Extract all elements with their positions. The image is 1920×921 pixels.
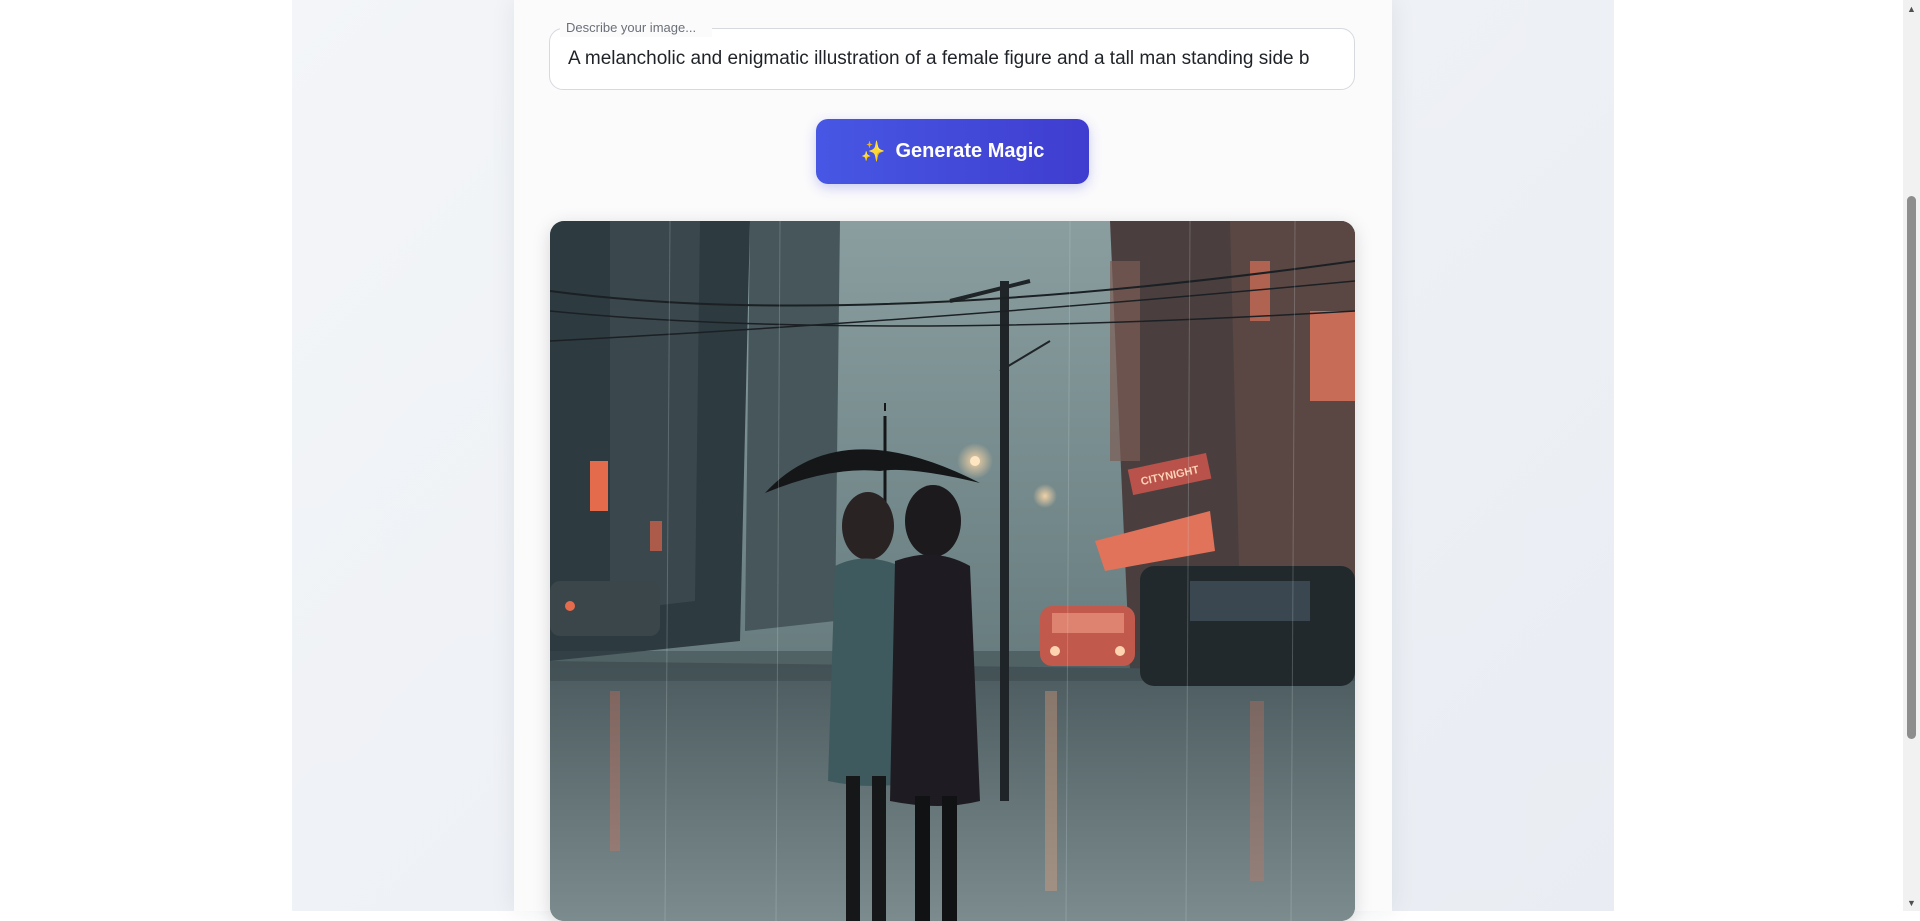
prompt-input[interactable] <box>568 29 1340 89</box>
scroll-up-arrow-icon[interactable]: ▲ <box>1903 0 1920 17</box>
sparkles-icon: ✨ <box>860 141 886 163</box>
scroll-down-arrow-icon[interactable]: ▼ <box>1903 894 1920 911</box>
generated-image: CITYNIGHT <box>550 221 1355 921</box>
generate-magic-button[interactable]: ✨ Generate Magic <box>816 119 1089 184</box>
scrollbar-thumb[interactable] <box>1907 196 1916 739</box>
vertical-scrollbar[interactable]: ▲ ▼ <box>1903 0 1920 911</box>
generate-magic-label: Generate Magic <box>895 140 1045 162</box>
prompt-field[interactable]: Describe your image... <box>549 19 1355 90</box>
